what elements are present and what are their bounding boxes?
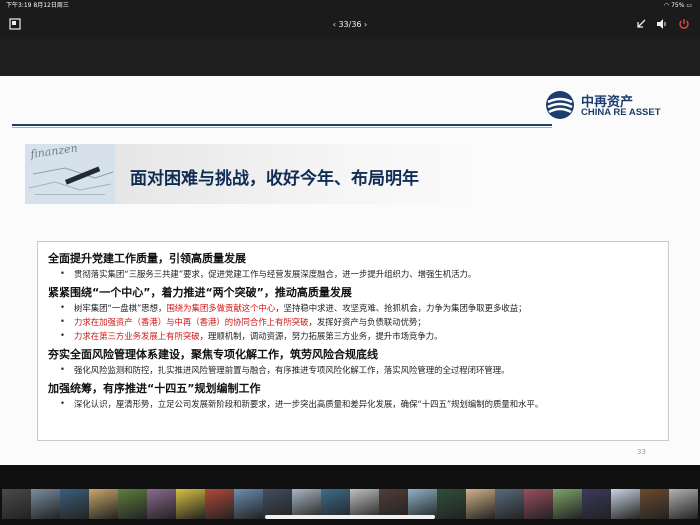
slide-thumbnail[interactable]: [495, 489, 524, 519]
section-heading: 加强统筹，有序推进“十四五”规划编制工作: [48, 382, 261, 395]
slide-thumbnail[interactable]: [31, 489, 60, 519]
slide-thumbnail[interactable]: [669, 489, 698, 519]
slide-thumbnail[interactable]: [582, 489, 611, 519]
bullet-text: 深化认识，厘清形势，立足公司发展新阶段和新要求，进一步突出高质量和差异化发展，确…: [74, 399, 544, 409]
highlighted-text: 力求在第三方业务发展上有所突破: [74, 331, 200, 341]
slide-thumbnail[interactable]: [466, 489, 495, 519]
slide-thumbnail[interactable]: [553, 489, 582, 519]
content-box: 全面提升党建工作质量，引领高质量发展贯彻落实集团“三服务三共建”要求，促进党建工…: [37, 241, 669, 441]
header-rule: [12, 124, 552, 126]
logo-english-name: CHINA RE ASSET: [581, 107, 661, 118]
status-battery: ◠ 75% ▭: [664, 0, 692, 12]
china-re-asset-logo: 中再资产 CHINA RE ASSET: [545, 90, 695, 120]
battery-percent: 75%: [671, 2, 685, 9]
highlighted-text: 围绕为集团多做贡献这个中心: [166, 303, 276, 313]
section-bullet: 力求在第三方业务发展上有所突破，理顺机制，调动资源，努力拓展第三方业务，提升市场…: [48, 330, 664, 342]
power-icon[interactable]: [677, 18, 691, 32]
header-rule-thin: [12, 127, 552, 128]
section-bullet: 深化认识，厘清形势，立足公司发展新阶段和新要求，进一步突出高质量和差异化发展，确…: [48, 398, 664, 410]
section-heading: 夯实全面风险管理体系建设，聚焦专项化解工作，筑劳风险合规底线: [48, 348, 378, 361]
section-bullet: 力求在加强资产（香港）与中再（香港）的协同合作上有所突破，发挥好资产与负债联动优…: [48, 316, 664, 328]
section-bullet: 树牢集团“一盘棋”思想，围绕为集团多做贡献这个中心，坚持稳中求进、攻坚克难、抢抓…: [48, 302, 664, 314]
bullet-text: 强化风险监测和防控，扎实推进风险管理前置与融合，有序推进专项风险化解工作，落实风…: [74, 365, 510, 375]
slide-thumbnail[interactable]: [89, 489, 118, 519]
slide-thumbnail[interactable]: [437, 489, 466, 519]
battery-icon: ▭: [686, 2, 692, 9]
bullet-text: ，理顺机制，调动资源，努力拓展第三方业务，提升市场竞争力。: [199, 331, 443, 341]
slide-headline: 面对困难与挑战，收好今年、布局明年: [130, 169, 419, 189]
section-heading: 紧紧围绕“一个中心”，着力推进“两个突破”，推动高质量发展: [48, 286, 352, 299]
slide-thumbnail[interactable]: [147, 489, 176, 519]
page-counter[interactable]: ‹ 33/36 ›: [320, 20, 380, 29]
wifi-icon: ◠: [663, 2, 670, 9]
bullet-text: ，发挥好资产与负债联动优势；: [308, 317, 426, 327]
toolbar-spacer: [0, 39, 700, 76]
slide-thumbnail[interactable]: [524, 489, 553, 519]
finance-newspaper-image: finanzen: [25, 144, 115, 204]
status-time-date: 下午3:19 8月12日周三: [6, 2, 69, 9]
highlighted-text: 力求在加强资产（香港）与中再（香港）的协同合作上有所突破: [74, 317, 309, 327]
viewer-toolbar: ‹ 33/36 ›: [0, 12, 700, 39]
slide-thumbnail[interactable]: [60, 489, 89, 519]
slide-page-number: 33: [637, 448, 646, 456]
slide-thumbnail[interactable]: [611, 489, 640, 519]
bullet-text: ，坚持稳中求进、攻坚克难、抢抓机会，力争为集团争取更多收益；: [275, 303, 527, 313]
slide-thumbnail[interactable]: [640, 489, 669, 519]
home-indicator[interactable]: [265, 515, 435, 519]
slide-thumbnail[interactable]: [176, 489, 205, 519]
slide-thumbnail[interactable]: [205, 489, 234, 519]
bullet-text: 树牢集团“一盘棋”思想，: [74, 303, 167, 313]
china-re-logo-icon: [546, 91, 574, 119]
section-bullet: 贯彻落实集团“三服务三共建”要求，促进党建工作与经营发展深度融合，进一步提升组织…: [48, 268, 664, 280]
section-heading: 全面提升党建工作质量，引领高质量发展: [48, 252, 246, 265]
screen-layout-icon[interactable]: [8, 18, 22, 32]
slide-thumbnail[interactable]: [234, 489, 263, 519]
status-bar: 下午3:19 8月12日周三 ◠ 75% ▭: [0, 0, 700, 12]
section-bullet: 强化风险监测和防控，扎实推进风险管理前置与融合，有序推进专项风险化解工作，落实风…: [48, 364, 664, 376]
slide-thumbnail[interactable]: [118, 489, 147, 519]
volume-icon[interactable]: [655, 18, 669, 32]
slide-thumbnail[interactable]: [2, 489, 31, 519]
shrink-icon[interactable]: [634, 18, 648, 32]
bullet-text: 贯彻落实集团“三服务三共建”要求，促进党建工作与经营发展深度融合，进一步提升组织…: [74, 269, 477, 279]
presentation-slide: 中再资产 CHINA RE ASSET finanzen 面对困难与挑战，收好今…: [0, 76, 700, 465]
